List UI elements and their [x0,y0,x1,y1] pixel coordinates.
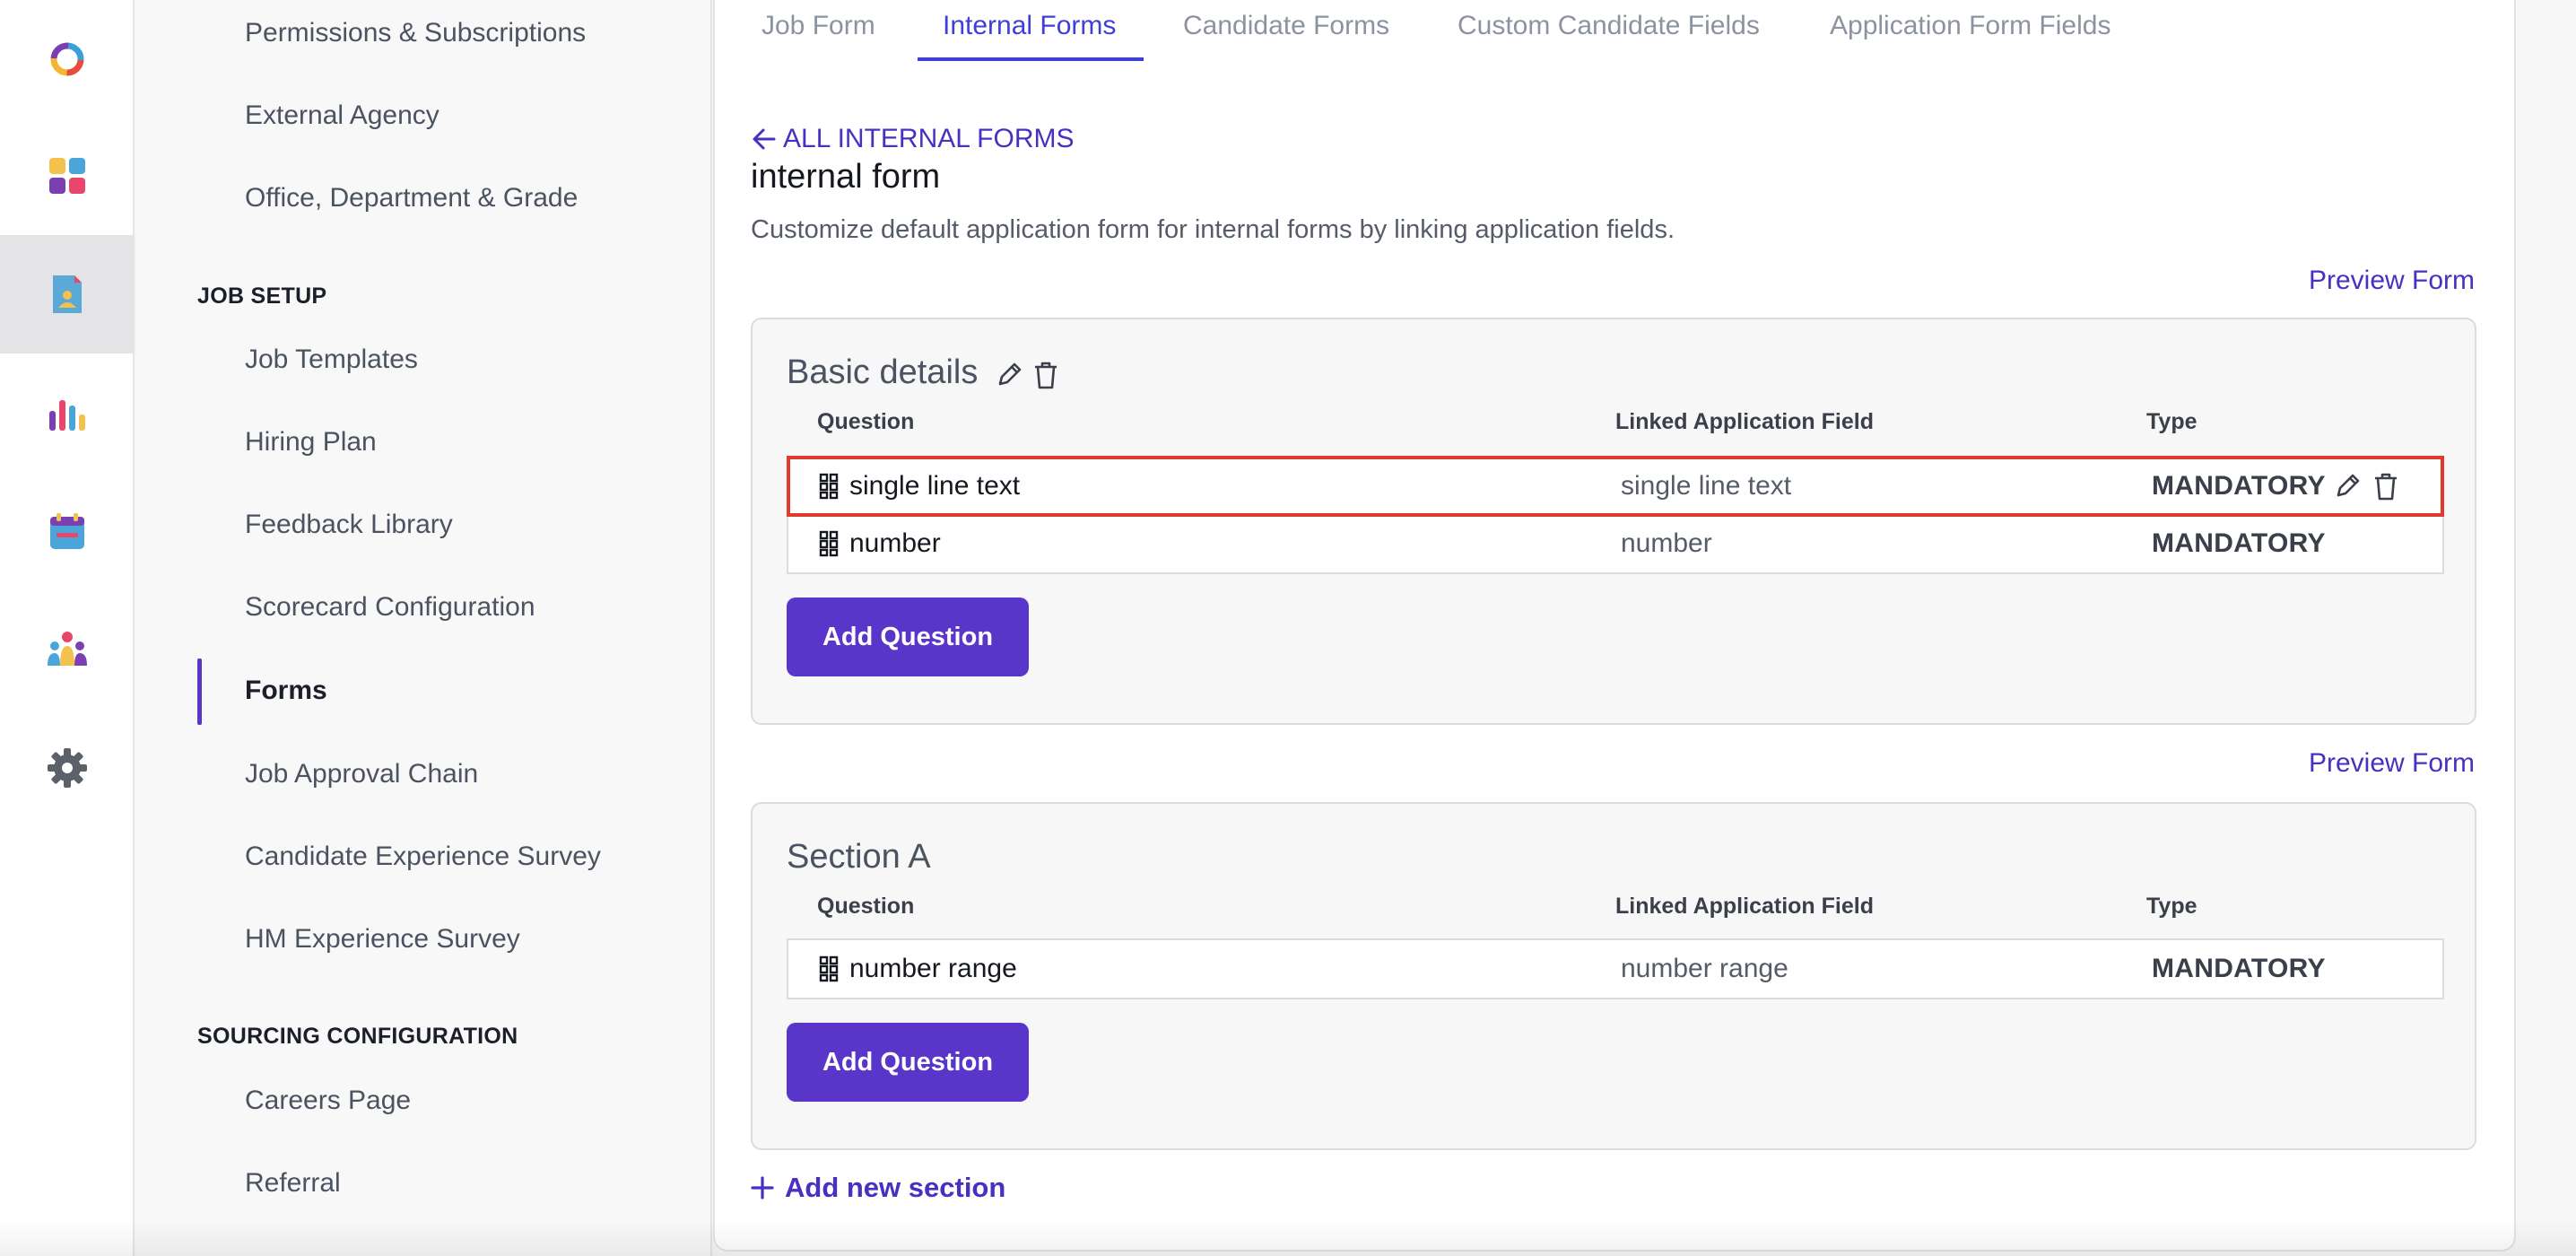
rail-item-jobs[interactable] [0,235,135,353]
table-row[interactable]: number number MANDATORY [788,515,2442,572]
question-text: number range [849,954,1017,983]
active-tab-underline [918,57,1144,61]
column-header-linked-field: Linked Application Field [1615,894,1874,919]
column-header-question: Question [817,409,915,434]
tab-internal-forms[interactable]: Internal Forms [943,11,1116,41]
tab-application-form-fields[interactable]: Application Form Fields [1830,11,2110,41]
type-cell: MANDATORY [2152,471,2326,501]
type-cell: MANDATORY [2152,954,2326,983]
add-new-section-label: Add new section [785,1172,1006,1203]
edit-pencil-icon[interactable] [2331,470,2363,502]
page-title: internal form [751,158,941,196]
trash-icon[interactable] [1031,359,1061,391]
sidebar-item-office-department[interactable]: Office, Department & Grade [245,183,578,214]
sidebar-item-hiring-plan[interactable]: Hiring Plan [245,427,377,458]
rail-item-dashboard[interactable] [0,117,135,235]
sidebar-item-scorecard[interactable]: Scorecard Configuration [245,592,535,623]
icon-rail [0,0,135,1256]
rail-item-people[interactable] [0,590,135,709]
rail-item-settings[interactable] [0,709,135,827]
column-header-type: Type [2146,894,2197,919]
question-cell: number range [819,940,1017,998]
question-text: number [849,528,941,558]
back-to-internal-forms-link[interactable]: ALL INTERNAL FORMS [751,124,1075,154]
trash-icon[interactable] [2371,470,2401,502]
plus-icon [751,1176,774,1199]
reports-bar-chart-icon [49,400,85,431]
sidebar-item-careers-page[interactable]: Careers Page [245,1086,411,1116]
form-section-section-a: Section A Question Linked Application Fi… [751,802,2476,1150]
preview-form-link[interactable]: Preview Form [2309,748,2475,779]
question-text: single line text [849,471,1021,501]
questions-table: single line text single line text MANDAT… [787,456,2444,574]
section-title: Basic details [787,353,979,391]
rail-item-home[interactable] [0,0,135,118]
sidebar-item-job-templates[interactable]: Job Templates [245,345,418,375]
settings-sidebar: Permissions & Subscriptions External Age… [136,0,712,1256]
table-row[interactable]: single line text single line text MANDAT… [787,456,2444,517]
add-question-button[interactable]: Add Question [787,1023,1029,1102]
sidebar-item-hm-survey[interactable]: HM Experience Survey [245,924,520,955]
rail-item-calendar[interactable] [0,472,135,590]
page-description: Customize default application form for i… [751,215,1675,244]
sidebar-heading-job-setup: JOB SETUP [197,283,327,309]
tab-candidate-forms[interactable]: Candidate Forms [1183,11,1389,41]
questions-table: number range number range MANDATORY [787,938,2444,999]
add-new-section-link[interactable]: Add new section [751,1172,1005,1204]
drag-handle-icon[interactable] [819,530,839,557]
app-logo-icon [50,42,84,76]
tab-job-form[interactable]: Job Form [761,11,875,41]
people-group-icon [48,632,87,666]
sidebar-heading-sourcing: SOURCING CONFIGURATION [197,1024,518,1049]
sidebar-active-indicator [197,659,202,725]
sidebar-item-candidate-survey[interactable]: Candidate Experience Survey [245,842,601,872]
drag-handle-icon[interactable] [819,473,839,500]
column-header-question: Question [817,894,915,919]
arrow-left-icon [753,128,776,150]
calendar-icon [50,513,84,549]
column-header-linked-field: Linked Application Field [1615,409,1874,434]
linked-field-cell: single line text [1621,471,1792,501]
sidebar-item-referral[interactable]: Referral [245,1168,341,1199]
settings-gear-icon [48,748,87,788]
back-link-label: ALL INTERNAL FORMS [783,124,1075,153]
sidebar-item-job-approval-chain[interactable]: Job Approval Chain [245,759,478,789]
form-section-basic-details: Basic details Question Linked Applicatio… [751,318,2476,725]
section-tools [993,359,1061,391]
table-row[interactable]: number range number range MANDATORY [788,940,2442,998]
sidebar-item-feedback-library[interactable]: Feedback Library [245,510,453,540]
question-cell: single line text [819,458,1020,515]
section-title: Section A [787,838,931,876]
rail-item-reports[interactable] [0,353,135,472]
row-tools [2331,458,2401,515]
jobs-document-icon [53,275,82,313]
question-cell: number [819,515,941,572]
dashboard-icon [49,158,85,194]
drag-handle-icon[interactable] [819,955,839,982]
sidebar-item-external-agency[interactable]: External Agency [245,100,439,131]
preview-form-link[interactable]: Preview Form [2309,266,2475,296]
edit-pencil-icon[interactable] [993,359,1025,391]
tab-custom-candidate-fields[interactable]: Custom Candidate Fields [1458,11,1760,41]
forms-content-panel: Job Form Internal Forms Candidate Forms … [713,0,2516,1252]
sidebar-item-forms[interactable]: Forms [245,676,327,706]
type-cell: MANDATORY [2152,528,2326,558]
sidebar-item-permissions[interactable]: Permissions & Subscriptions [245,18,586,48]
add-question-button[interactable]: Add Question [787,597,1029,676]
linked-field-cell: number [1621,528,1712,558]
column-header-type: Type [2146,409,2197,434]
linked-field-cell: number range [1621,954,1788,983]
